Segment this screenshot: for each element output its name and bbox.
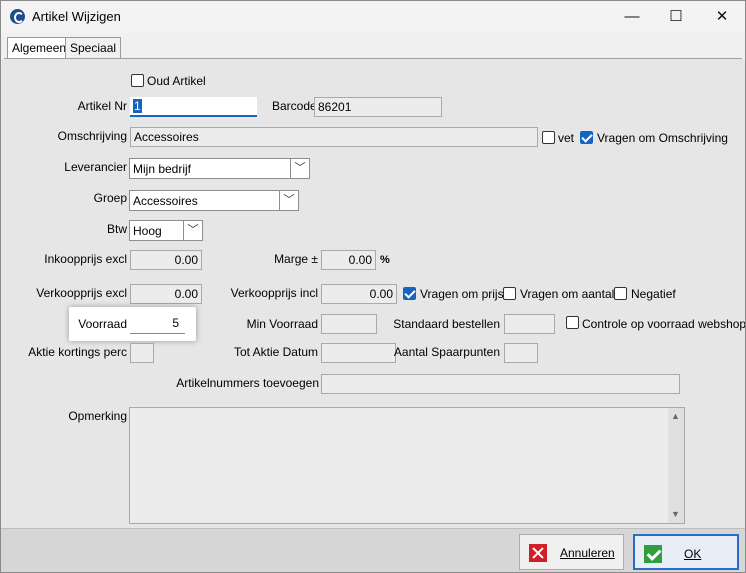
maximize-icon[interactable]: ☐ xyxy=(653,1,699,33)
artikelnummers-toevoegen-input[interactable] xyxy=(321,374,680,394)
scroll-up-icon[interactable]: ▲ xyxy=(671,411,680,421)
btw-select[interactable]: Hoog ﹀ xyxy=(129,220,203,241)
check-icon xyxy=(644,545,662,563)
vragen-om-omschrijving-label: Vragen om Omschrijving xyxy=(597,131,728,145)
aktie-kortings-perc-input[interactable] xyxy=(130,343,154,363)
vet-checkbox[interactable] xyxy=(542,131,555,144)
omschrijving-input[interactable]: Accessoires xyxy=(130,127,538,147)
leverancier-label: Leverancier xyxy=(64,160,127,174)
button-bar: Annuleren OK xyxy=(1,528,745,572)
aantal-spaarpunten-label: Aantal Spaarpunten xyxy=(393,345,500,359)
close-icon[interactable]: ✕ xyxy=(699,1,745,33)
vragen-om-omschrijving-checkbox[interactable] xyxy=(580,131,593,144)
chevron-down-icon[interactable]: ﹀ xyxy=(183,221,202,240)
verkoopprijs-excl-input[interactable]: 0.00 xyxy=(130,284,202,304)
negatief-label: Negatief xyxy=(631,287,676,301)
btw-value: Hoog xyxy=(133,224,162,238)
voorraad-label: Voorraad xyxy=(78,317,127,331)
tab-algemeen[interactable]: Algemeen xyxy=(7,37,72,60)
tab-speciaal[interactable]: Speciaal xyxy=(65,37,122,59)
barcode-input[interactable]: 86201 xyxy=(314,97,442,117)
opmerking-textarea[interactable]: ▲ ▼ xyxy=(129,407,685,524)
chevron-down-icon[interactable]: ﹀ xyxy=(290,159,309,178)
annuleren-label: Annuleren xyxy=(560,546,615,560)
groep-value: Accessoires xyxy=(133,194,198,208)
chevron-down-icon[interactable]: ﹀ xyxy=(279,191,298,210)
tab-strip: Algemeen Speciaal xyxy=(1,33,745,60)
percent-sign: % xyxy=(380,254,390,266)
vragen-om-aantal-checkbox[interactable] xyxy=(503,287,516,300)
ok-label: OK xyxy=(684,547,702,561)
groep-label: Groep xyxy=(93,191,127,205)
inkoopprijs-excl-input[interactable]: 0.00 xyxy=(130,250,202,270)
cancel-icon xyxy=(529,544,547,562)
vragen-om-prijs-checkbox[interactable] xyxy=(403,287,416,300)
title-bar[interactable]: Artikel Wijzigen — ☐ ✕ xyxy=(1,1,745,33)
window-title: Artikel Wijzigen xyxy=(32,9,121,24)
verkoopprijs-excl-label: Verkoopprijs excl xyxy=(36,286,127,300)
marge-input[interactable]: 0.00 xyxy=(321,250,376,270)
min-voorraad-input[interactable] xyxy=(321,314,377,334)
ok-button[interactable]: OK xyxy=(633,534,739,570)
marge-label: Marge ± xyxy=(274,252,318,266)
btw-label: Btw xyxy=(106,222,127,236)
voorraad-input[interactable]: 5 xyxy=(130,314,185,334)
aktie-kortings-perc-label: Aktie kortings perc xyxy=(28,345,127,359)
artikelnummers-toevoegen-label: Artikelnummers toevoegen xyxy=(176,376,319,390)
groep-select[interactable]: Accessoires ﹀ xyxy=(129,190,299,211)
vet-label: vet xyxy=(558,131,575,145)
vragen-om-aantal-label: Vragen om aantal xyxy=(520,287,615,301)
controle-op-voorraad-webshop-label: Controle op voorraad webshop xyxy=(582,317,746,331)
opmerking-scrollbar[interactable]: ▲ ▼ xyxy=(668,408,684,523)
oud-artikel-checkbox[interactable] xyxy=(131,74,144,87)
annuleren-button[interactable]: Annuleren xyxy=(519,534,624,570)
artikel-nr-label: Artikel Nr xyxy=(77,99,127,113)
inkoopprijs-excl-label: Inkoopprijs excl xyxy=(44,252,127,266)
min-voorraad-label: Min Voorraad xyxy=(246,317,318,331)
negatief-checkbox[interactable] xyxy=(614,287,627,300)
opmerking-label: Opmerking xyxy=(68,409,127,423)
oud-artikel-label: Oud Artikel xyxy=(147,74,206,88)
verkoopprijs-incl-label: Verkoopprijs incl xyxy=(230,286,318,300)
vragen-om-prijs-label: Vragen om prijs xyxy=(420,287,504,301)
artikel-nr-value: 1 xyxy=(133,99,142,113)
artikel-nr-input[interactable]: 1 xyxy=(130,97,257,117)
scroll-down-icon[interactable]: ▼ xyxy=(671,509,680,519)
app-logo-icon xyxy=(10,9,25,24)
aantal-spaarpunten-input[interactable] xyxy=(504,343,538,363)
minimize-icon[interactable]: — xyxy=(609,1,655,33)
tot-aktie-datum-label: Tot Aktie Datum xyxy=(233,345,318,359)
leverancier-select[interactable]: Mijn bedrijf ﹀ xyxy=(129,158,310,179)
barcode-label: Barcode xyxy=(272,99,317,113)
controle-op-voorraad-webshop-checkbox[interactable] xyxy=(566,316,579,329)
omschrijving-label: Omschrijving xyxy=(57,129,127,143)
verkoopprijs-incl-input[interactable]: 0.00 xyxy=(321,284,397,304)
standaard-bestellen-label: Standaard bestellen xyxy=(393,317,500,331)
standaard-bestellen-input[interactable] xyxy=(504,314,555,334)
leverancier-value: Mijn bedrijf xyxy=(133,162,192,176)
artikel-wijzigen-dialog: Artikel Wijzigen — ☐ ✕ Algemeen Speciaal… xyxy=(0,0,746,573)
